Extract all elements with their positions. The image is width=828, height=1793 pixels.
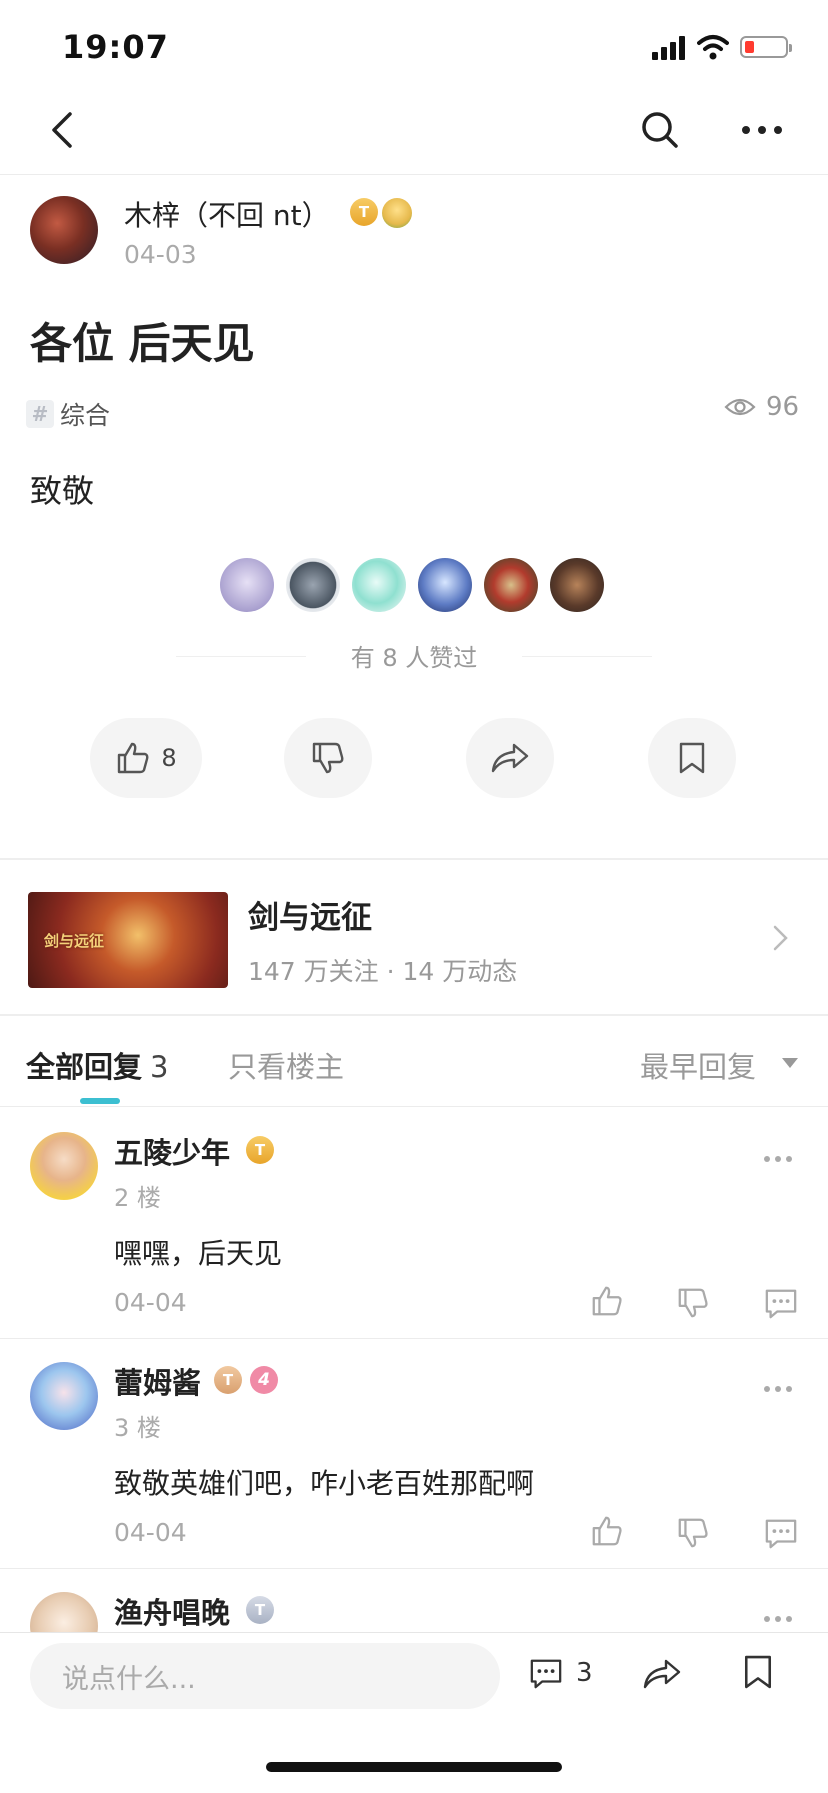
author-avatar[interactable]: [30, 196, 98, 264]
thumbs-down-icon: [312, 742, 344, 774]
section-divider: [0, 1014, 828, 1016]
tab-active-indicator: [80, 1098, 120, 1104]
chevron-right-icon[interactable]: [772, 924, 790, 952]
liker-avatars[interactable]: [220, 558, 604, 612]
thumbs-up-icon: [118, 742, 149, 774]
eye-icon: [724, 398, 756, 416]
cellular-signal-icon: [652, 36, 686, 60]
comment-date: 04-04: [114, 1518, 187, 1547]
hash-icon: #: [26, 400, 54, 428]
likers-summary[interactable]: 有 8 人赞过: [0, 638, 828, 673]
post-title: 各位 后天见: [30, 319, 255, 368]
thumbs-down-icon[interactable]: [676, 1516, 710, 1550]
section-divider: [0, 858, 828, 860]
liker-avatar[interactable]: [352, 558, 406, 612]
more-icon[interactable]: [740, 118, 784, 142]
tag-label: 综合: [60, 401, 111, 430]
comment-more-icon[interactable]: [762, 1154, 794, 1164]
liker-avatar[interactable]: [484, 558, 538, 612]
game-cover-logo: 剑与远征: [44, 932, 105, 950]
status-time: 19:07: [62, 28, 169, 66]
comment-author[interactable]: 渔舟唱晚: [114, 1590, 230, 1632]
caret-down-icon[interactable]: [782, 1058, 798, 1068]
bookmark-icon[interactable]: [742, 1652, 774, 1692]
comment-divider: [0, 1568, 828, 1569]
comment-floor: 2 楼: [114, 1184, 161, 1212]
tabs-divider: [0, 1106, 828, 1107]
comment-more-icon[interactable]: [762, 1384, 794, 1394]
comment-avatar[interactable]: [30, 1362, 98, 1430]
share-icon: [491, 743, 529, 773]
liker-avatar[interactable]: [550, 558, 604, 612]
view-count: 96: [724, 392, 799, 422]
comment-divider: [0, 1338, 828, 1339]
thumbs-up-icon[interactable]: [590, 1514, 624, 1548]
wifi-icon: [697, 35, 729, 60]
like-count: 8: [161, 744, 177, 772]
game-cover-image[interactable]: 剑与远征: [28, 892, 228, 988]
dislike-button[interactable]: [284, 718, 372, 798]
comment-input[interactable]: 说点什么...: [30, 1643, 500, 1709]
comment-count: 3: [576, 1658, 593, 1688]
level-badge-icon: 4: [250, 1366, 278, 1394]
thumbs-up-icon[interactable]: [590, 1284, 624, 1318]
tab-all-replies[interactable]: 全部回复 3: [26, 1044, 168, 1086]
comment-icon: [530, 1659, 562, 1689]
liker-avatar[interactable]: [418, 558, 472, 612]
tier-badge-icon: T: [246, 1596, 274, 1624]
reply-icon[interactable]: [764, 1286, 798, 1320]
comment-text: 致敬英雄们吧，咋小老百姓那配啊: [114, 1467, 535, 1500]
bookmark-button[interactable]: [648, 718, 736, 798]
battery-icon: [740, 36, 792, 58]
comment-author[interactable]: 蕾姆酱: [114, 1360, 201, 1402]
comment-date: 04-04: [114, 1288, 187, 1317]
tier-badge-icon: T: [350, 198, 378, 226]
comment-more-icon[interactable]: [762, 1614, 794, 1624]
liker-avatar[interactable]: [286, 558, 340, 612]
game-stats: 147 万关注 · 14 万动态: [248, 957, 518, 986]
back-icon[interactable]: [48, 110, 78, 150]
comments-button[interactable]: 3: [528, 1656, 593, 1690]
post-date: 04-03: [124, 240, 197, 269]
comment-input-placeholder: 说点什么...: [62, 1664, 196, 1695]
game-name[interactable]: 剑与远征: [248, 892, 372, 937]
tier-badge-icon: T: [214, 1366, 242, 1394]
comment-author[interactable]: 五陵少年: [114, 1130, 230, 1172]
share-button[interactable]: [466, 718, 554, 798]
tab-all-count: 3: [150, 1050, 169, 1084]
search-icon[interactable]: [640, 110, 680, 150]
views-number: 96: [766, 392, 800, 422]
sort-dropdown[interactable]: 最早回复: [640, 1044, 756, 1086]
comment-avatar[interactable]: [30, 1132, 98, 1200]
reply-icon[interactable]: [764, 1516, 798, 1550]
tab-op-only[interactable]: 只看楼主: [228, 1044, 344, 1086]
home-indicator[interactable]: [266, 1762, 562, 1772]
post-tag[interactable]: # 综合: [26, 396, 110, 432]
author-badges: T: [350, 198, 412, 228]
nav-divider: [0, 174, 828, 175]
share-icon[interactable]: [642, 1656, 682, 1692]
liker-avatar[interactable]: [220, 558, 274, 612]
bookmark-icon: [679, 742, 705, 774]
post-body: 致敬: [30, 472, 95, 510]
like-button[interactable]: 8: [90, 718, 202, 798]
comment-floor: 3 楼: [114, 1414, 161, 1442]
author-name[interactable]: 木梓（不回 nt）: [124, 194, 330, 234]
tab-all-label: 全部回复: [26, 1050, 143, 1084]
thumbs-down-icon[interactable]: [676, 1286, 710, 1320]
character-badge-icon: [382, 198, 412, 228]
tier-badge-icon: T: [246, 1136, 274, 1164]
comment-text: 嘿嘿，后天见: [114, 1237, 283, 1270]
